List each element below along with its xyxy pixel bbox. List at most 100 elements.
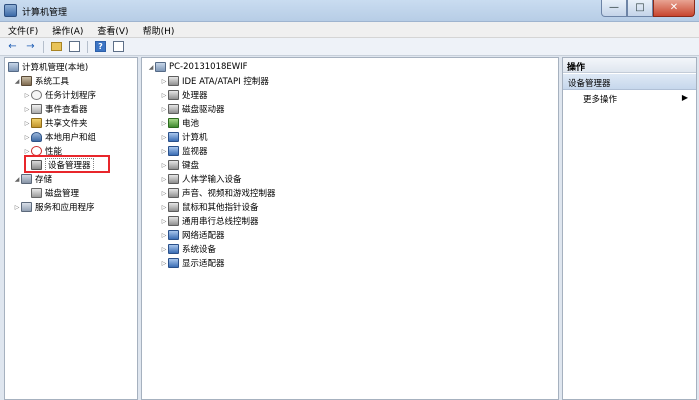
device-category-item[interactable]: ▷ 系统设备 xyxy=(160,242,216,256)
tree-label: 任务计划程序 xyxy=(45,91,97,101)
device-category-item[interactable]: ▷ 声音、视频和游戏控制器 xyxy=(160,186,276,200)
expand-arrow-icon[interactable]: ▷ xyxy=(160,218,168,225)
sound-icon xyxy=(168,188,179,198)
tree-item-local-users[interactable]: ▷ 本地用户和组 xyxy=(23,130,96,144)
device-category-label: 人体学输入设备 xyxy=(182,175,242,185)
device-category-label: 监视器 xyxy=(182,147,208,157)
expand-arrow-icon[interactable]: ▷ xyxy=(23,148,31,155)
expand-arrow-icon[interactable]: ▷ xyxy=(160,162,168,169)
clock-icon xyxy=(31,90,42,100)
more-actions-link[interactable]: 更多操作 xyxy=(583,93,617,105)
expand-arrow-icon[interactable]: ▷ xyxy=(160,246,168,253)
tree-item-system-tools[interactable]: ◢ 系统工具 xyxy=(13,74,69,88)
menu-action[interactable]: 操作(A) xyxy=(44,22,89,37)
minimize-button[interactable]: — xyxy=(601,0,627,17)
expand-arrow-icon[interactable]: ▷ xyxy=(13,204,21,211)
disk-icon xyxy=(31,188,42,198)
device-category-label: 网络适配器 xyxy=(182,231,225,241)
shared-folder-icon xyxy=(31,118,42,128)
actions-pane: 操作 设备管理器 更多操作 ▶ xyxy=(562,57,697,400)
tree-item-task-scheduler[interactable]: ▷ 任务计划程序 xyxy=(23,88,96,102)
device-category-item[interactable]: ▷ IDE ATA/ATAPI 控制器 xyxy=(160,74,269,88)
expand-arrow-icon[interactable]: ▷ xyxy=(23,106,31,113)
device-category-item[interactable]: ▷ 网络适配器 xyxy=(160,228,225,242)
expand-arrow-icon[interactable]: ▷ xyxy=(160,260,168,267)
forward-arrow-icon[interactable]: → xyxy=(23,40,38,54)
menu-help[interactable]: 帮助(H) xyxy=(135,22,181,37)
tree-item-root[interactable]: 计算机管理(本地) xyxy=(8,60,88,74)
expand-arrow-icon[interactable]: ▷ xyxy=(160,78,168,85)
expand-arrow-icon[interactable]: ▷ xyxy=(160,190,168,197)
device-category-item[interactable]: ▷ 鼠标和其他指针设备 xyxy=(160,200,259,214)
tree-item-services[interactable]: ▷ 服务和应用程序 xyxy=(13,200,95,214)
tree-item-event-viewer[interactable]: ▷ 事件查看器 xyxy=(23,102,88,116)
tree-label: 磁盘管理 xyxy=(45,189,80,199)
maximize-button[interactable]: □ xyxy=(627,0,653,17)
device-category-label: 鼠标和其他指针设备 xyxy=(182,203,259,213)
device-category-label: 磁盘驱动器 xyxy=(182,105,225,115)
expand-arrow-icon[interactable]: ▷ xyxy=(23,92,31,99)
back-arrow-icon[interactable]: ← xyxy=(5,40,20,54)
device-category-item[interactable]: ▷ 显示适配器 xyxy=(160,256,225,270)
expand-arrow-icon[interactable]: ▷ xyxy=(160,134,168,141)
device-category-item[interactable]: ▷ 键盘 xyxy=(160,158,199,172)
device-category-label: 系统设备 xyxy=(182,245,217,255)
collapse-arrow-icon[interactable]: ◢ xyxy=(147,64,155,71)
keyboard-icon xyxy=(168,160,179,170)
expand-arrow-icon[interactable]: ▷ xyxy=(160,106,168,113)
tree-label: 共享文件夹 xyxy=(45,119,88,129)
device-category-item[interactable]: ▷ 计算机 xyxy=(160,130,208,144)
close-button[interactable]: ✕ xyxy=(653,0,695,17)
computer-name: PC-20131018EWIF xyxy=(169,62,248,72)
console-tree-icon xyxy=(69,41,80,52)
menu-bar: 文件(F) 操作(A) 查看(V) 帮助(H) xyxy=(0,22,699,38)
services-icon xyxy=(21,202,32,212)
tree-item-shared-folders[interactable]: ▷ 共享文件夹 xyxy=(23,116,88,130)
device-category-item[interactable]: ▷ 人体学输入设备 xyxy=(160,172,242,186)
monitor-icon xyxy=(168,146,179,156)
hid-icon xyxy=(168,174,179,184)
users-icon xyxy=(31,132,42,142)
collapse-arrow-icon[interactable]: ◢ xyxy=(13,176,21,183)
tree-label: 计算机管理(本地) xyxy=(22,63,89,73)
show-hide-tree-button[interactable] xyxy=(67,40,82,54)
expand-arrow-icon[interactable]: ▷ xyxy=(160,232,168,239)
device-category-item[interactable]: ▷ 磁盘驱动器 xyxy=(160,102,225,116)
actions-section-device-manager[interactable]: 设备管理器 xyxy=(563,74,696,90)
device-category-item[interactable]: ▷ 通用串行总线控制器 xyxy=(160,214,259,228)
toolbar: ← → ? xyxy=(0,38,699,56)
device-category-item[interactable]: ▷ 处理器 xyxy=(160,88,208,102)
expand-arrow-icon[interactable]: ▷ xyxy=(160,204,168,211)
tree-item-storage[interactable]: ◢ 存储 xyxy=(13,172,52,186)
expand-arrow-icon[interactable]: ▷ xyxy=(160,120,168,127)
up-folder-button[interactable] xyxy=(49,40,64,54)
actions-header: 操作 xyxy=(563,58,696,73)
submenu-arrow-icon: ▶ xyxy=(681,93,688,102)
device-category-label: 声音、视频和游戏控制器 xyxy=(182,189,276,199)
help-button[interactable]: ? xyxy=(93,40,108,54)
expand-arrow-icon[interactable]: ▷ xyxy=(160,92,168,99)
device-tree-root[interactable]: ◢ PC-20131018EWIF xyxy=(147,60,248,74)
system-devices-icon xyxy=(168,244,179,254)
storage-icon xyxy=(21,174,32,184)
expand-arrow-icon[interactable]: ▷ xyxy=(23,120,31,127)
menu-file[interactable]: 文件(F) xyxy=(0,22,44,37)
device-category-item[interactable]: ▷ 监视器 xyxy=(160,144,208,158)
computer-icon xyxy=(168,132,179,142)
device-category-label: 电池 xyxy=(182,119,200,129)
tree-item-disk-management[interactable]: 磁盘管理 xyxy=(31,186,79,200)
battery-icon xyxy=(168,118,179,128)
expand-arrow-icon[interactable]: ▷ xyxy=(160,148,168,155)
expand-arrow-icon[interactable]: ▷ xyxy=(160,176,168,183)
menu-view[interactable]: 查看(V) xyxy=(89,22,134,37)
event-viewer-icon xyxy=(31,104,42,114)
show-hide-action-pane-button[interactable] xyxy=(111,40,126,54)
ide-controller-icon xyxy=(168,76,179,86)
collapse-arrow-icon[interactable]: ◢ xyxy=(13,78,21,85)
device-category-label: 键盘 xyxy=(182,161,200,171)
device-category-label: 处理器 xyxy=(182,91,208,101)
tree-label: 本地用户和组 xyxy=(45,133,97,143)
expand-arrow-icon[interactable]: ▷ xyxy=(23,134,31,141)
device-category-item[interactable]: ▷ 电池 xyxy=(160,116,199,130)
console-tree-pane: 计算机管理(本地) ◢ 系统工具 ▷ 任务计划程序 ▷ 事件查看器 ▷ 共享文件… xyxy=(4,57,138,400)
